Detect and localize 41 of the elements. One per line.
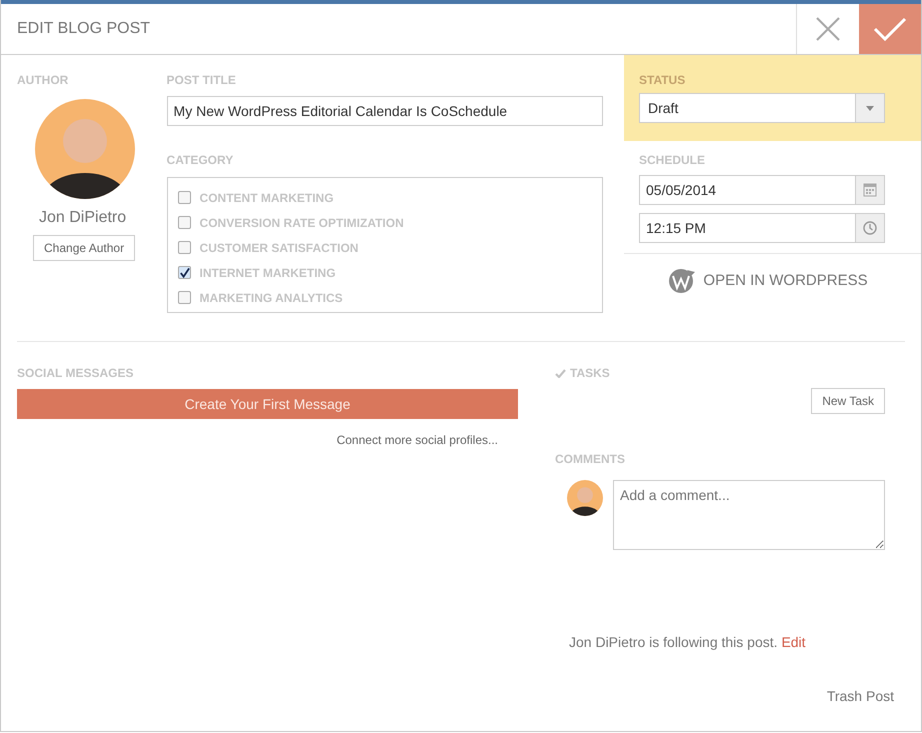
dialog-title: EDIT BLOG POST (16, 20, 152, 38)
save-button[interactable] (859, 4, 921, 54)
post-title-label: POST TITLE (166, 73, 237, 87)
comment-field[interactable]: Add a comment... (613, 480, 885, 550)
category-label: CUSTOMER SATISFACTION (200, 240, 358, 254)
time-field[interactable]: 12:15 PM (639, 213, 885, 243)
category-label: INTERNET MARKETING (200, 266, 336, 280)
close-icon (815, 16, 841, 42)
author-name: Jon DiPietro (39, 209, 126, 227)
author-label: AUTHOR (17, 73, 68, 87)
status-label: STATUS (639, 73, 686, 87)
category-label: CONVERSION RATE OPTIMIZATION (200, 216, 404, 230)
post-title-field[interactable]: My New WordPress Editorial Calendar Is CoSchedule (166, 96, 603, 126)
checkmark-icon (873, 16, 907, 42)
category-label: CATEGORY (166, 153, 234, 167)
trash-post-link[interactable]: Trash Post (826, 688, 894, 704)
open-in-wordpress-link[interactable]: OPEN IN WORDPRESS (667, 266, 868, 294)
category-label: MARKETING ANALYTICS (200, 290, 343, 304)
comments-label: COMMENTS (555, 452, 626, 466)
edit-link[interactable]: Edit (781, 634, 806, 650)
commenter-avatar (567, 480, 603, 516)
wordpress-icon (667, 266, 698, 294)
category-label: CONTENT MARKETING (200, 190, 334, 204)
category-checkbox[interactable] (178, 216, 191, 229)
checkmark-icon (555, 368, 566, 378)
category-checkbox[interactable] (178, 291, 191, 304)
connect-profiles-link[interactable]: Connect more social profiles... (336, 433, 498, 447)
change-author-button[interactable]: Change Author (33, 235, 136, 261)
category-checkbox[interactable] (178, 241, 191, 254)
calendar-icon (863, 183, 877, 197)
clock-icon (863, 221, 877, 235)
date-field[interactable]: 05/05/2014 (639, 175, 885, 205)
new-task-button[interactable]: New Task (811, 388, 885, 414)
tasks-label: TASKS (570, 366, 610, 380)
social-messages-label: SOCIAL MESSAGES (17, 366, 134, 380)
category-checkbox[interactable] (178, 191, 191, 204)
following-text: Jon DiPietro is following this post. Edit (569, 634, 807, 650)
category-checkbox[interactable] (178, 266, 191, 279)
schedule-label: SCHEDULE (639, 153, 706, 167)
dropdown-caret-icon (866, 106, 874, 110)
status-dropdown[interactable]: Draft (639, 93, 885, 123)
